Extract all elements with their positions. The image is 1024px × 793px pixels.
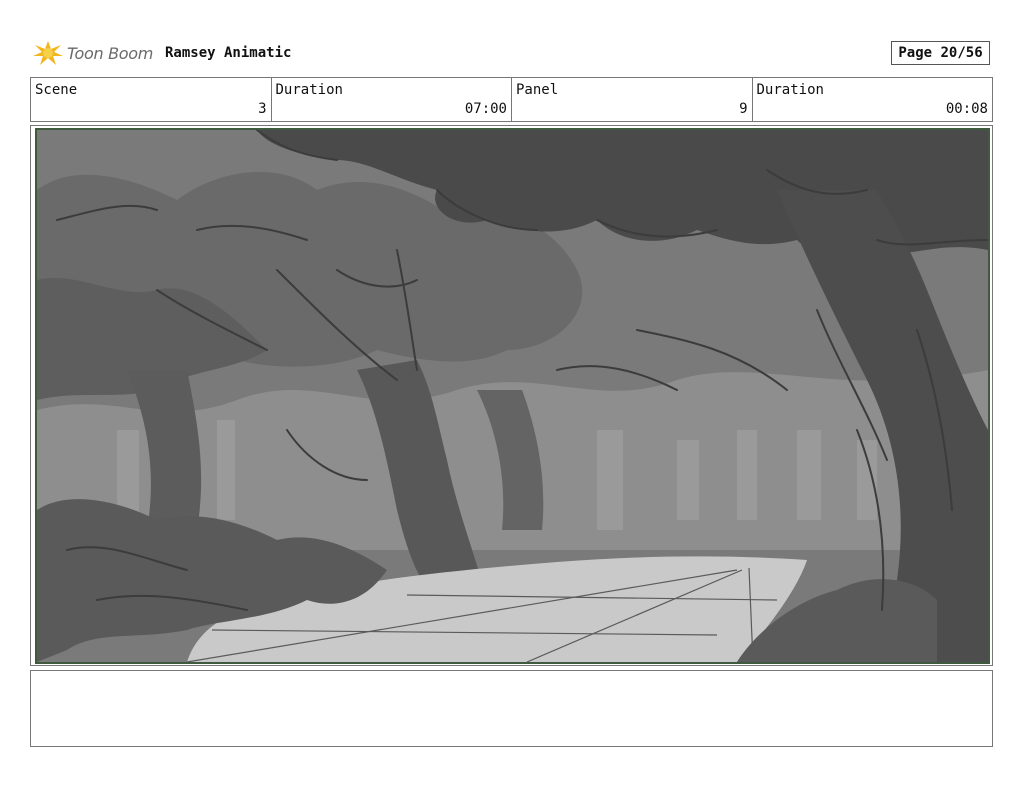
panel-duration-value: 00:08 bbox=[945, 101, 988, 117]
forest-sketch bbox=[37, 130, 988, 662]
scene-duration-label: Duration bbox=[275, 82, 343, 98]
page-indicator: Page 20/56 bbox=[891, 41, 990, 65]
panel-cell: Panel 9 bbox=[512, 78, 753, 121]
panel-duration-cell: Duration 00:08 bbox=[753, 78, 993, 121]
scene-label: Scene bbox=[35, 82, 78, 98]
scene-value: 3 bbox=[258, 101, 267, 117]
logo-text: Toon Boom bbox=[67, 43, 154, 63]
panel-label: Panel bbox=[516, 82, 559, 98]
panel-notes-box bbox=[30, 670, 993, 747]
scene-cell: Scene 3 bbox=[31, 78, 272, 121]
scene-duration-cell: Duration 07:00 bbox=[272, 78, 512, 121]
page-label: Page 20/56 bbox=[898, 45, 983, 61]
star-burst-icon bbox=[33, 41, 63, 65]
info-row: Scene 3 Duration 07:00 Panel 9 Duration … bbox=[30, 77, 993, 122]
toon-boom-logo: Toon Boom bbox=[32, 36, 157, 70]
panel-value: 9 bbox=[739, 101, 748, 117]
storyboard-panel-image bbox=[35, 128, 990, 664]
project-title: Ramsey Animatic bbox=[165, 45, 292, 61]
scene-duration-value: 07:00 bbox=[464, 101, 507, 117]
panel-duration-label: Duration bbox=[756, 82, 824, 98]
